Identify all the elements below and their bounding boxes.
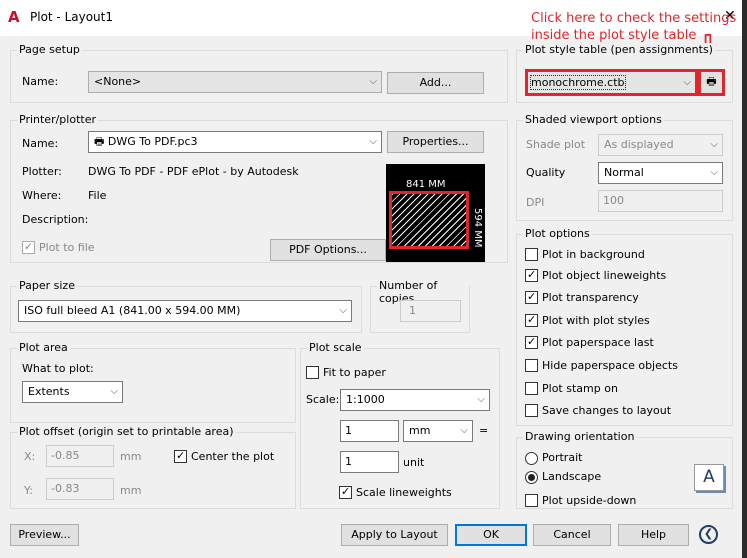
value: Normal <box>604 166 644 179</box>
value: <None> <box>94 75 142 88</box>
offset-x-field[interactable]: -0.85 <box>46 445 114 467</box>
label: Shade plot <box>526 138 586 151</box>
preview-height-label: 594 MM <box>472 208 483 248</box>
window-title: Plot - Layout1 <box>30 10 114 24</box>
unit-label: unit <box>403 456 425 469</box>
value: DWG To PDF.pc3 <box>107 135 198 148</box>
chevron-down-icon: ⌵ <box>339 305 347 316</box>
dpi-field[interactable]: 100 <box>598 190 723 212</box>
offset-y-field[interactable]: -0.83 <box>46 478 114 500</box>
value: ISO full bleed A1 (841.00 x 594.00 MM) <box>24 304 241 317</box>
label: Plotter: <box>22 165 62 178</box>
add-button[interactable]: Add... <box>387 72 484 94</box>
hide-paperspace-objects-checkbox[interactable]: Hide paperspace objects <box>525 359 678 373</box>
group-label: Shaded viewport options <box>523 113 664 126</box>
save-changes-checkbox[interactable]: Save changes to layout <box>525 404 671 418</box>
printer-name-combo[interactable]: 🖶 DWG To PDF.pc3 ⌵ <box>88 131 382 153</box>
chevron-down-icon: ⌵ <box>477 394 485 405</box>
paper-preview: 841 MM 594 MM <box>386 164 485 262</box>
autocad-logo-icon: A <box>8 8 20 26</box>
annotation-line1: Click here to check the settings <box>531 11 737 26</box>
scale-value1-field[interactable]: 1 <box>340 420 399 442</box>
copies-spinner[interactable]: 1 <box>400 300 461 322</box>
preview-button[interactable]: Preview... <box>10 524 79 546</box>
scale-combo[interactable]: 1:1000 ⌵ <box>340 389 490 411</box>
group-label: Plot scale <box>307 341 364 354</box>
label: DPI <box>526 196 545 209</box>
plot-transparency-checkbox[interactable]: Plot transparency <box>525 290 639 305</box>
plot-stamp-checkbox[interactable]: Plot stamp on <box>525 382 618 396</box>
properties-button[interactable]: Properties... <box>387 131 484 153</box>
fit-to-paper-checkbox[interactable]: Fit to paper <box>306 366 386 380</box>
value: mm <box>409 424 431 437</box>
label: Y: <box>24 484 33 497</box>
label: Scale: <box>306 393 340 406</box>
cancel-button[interactable]: Cancel <box>533 524 611 546</box>
value: monochrome.ctb <box>530 75 626 90</box>
label: X: <box>24 450 36 463</box>
label: Quality <box>526 166 566 179</box>
group-label: Printer/plotter <box>17 113 98 126</box>
chevron-down-icon: ⌵ <box>110 386 118 397</box>
scale-unit-combo[interactable]: mm ⌵ <box>403 420 473 442</box>
collapse-options-icon[interactable]: ❮ <box>699 525 718 544</box>
group-label: Page setup <box>17 43 82 56</box>
preview-width-label: 841 MM <box>406 179 446 190</box>
center-plot-checkbox[interactable]: Center the plot <box>174 449 274 464</box>
value: 1:1000 <box>346 393 385 406</box>
shade-plot-combo[interactable]: As displayed ⌵ <box>598 134 723 156</box>
chevron-down-icon: ⌵ <box>683 77 691 88</box>
value: Extents <box>28 385 70 398</box>
ok-button[interactable]: OK <box>455 524 527 546</box>
portrait-radio[interactable]: Portrait <box>525 451 582 465</box>
unit-label: mm <box>120 450 142 463</box>
chevron-down-icon: ⌵ <box>460 425 468 436</box>
scale-lineweights-checkbox[interactable]: Scale lineweights <box>339 485 452 500</box>
group-label: Plot options <box>523 227 592 240</box>
scale-value2-field[interactable]: 1 <box>340 451 399 473</box>
quality-combo[interactable]: Normal ⌵ <box>598 162 723 184</box>
chevron-down-icon: ⌵ <box>369 76 377 87</box>
chevron-down-icon: ⌵ <box>710 139 718 150</box>
help-button[interactable]: Help <box>618 524 689 546</box>
group-label: Plot style table (pen assignments) <box>523 43 715 56</box>
plot-in-background-checkbox[interactable]: Plot in background <box>525 248 645 262</box>
chevron-down-icon: ⌵ <box>710 167 718 178</box>
group-label: Plot offset (origin set to printable are… <box>17 425 236 438</box>
label: Name: <box>22 137 59 150</box>
landscape-radio[interactable]: Landscape <box>525 470 601 484</box>
window-border <box>742 0 747 558</box>
page-setup-name-combo[interactable]: <None> ⌵ <box>88 71 382 93</box>
plot-options-group: Plot options <box>516 227 733 426</box>
label: Where: <box>22 189 62 202</box>
preview-sheet <box>389 191 469 249</box>
where-value: File <box>88 189 107 202</box>
equals-label: = <box>479 424 489 437</box>
unit-label: mm <box>120 484 142 497</box>
orientation-preview-icon: A <box>694 464 724 491</box>
value: As displayed <box>604 138 674 151</box>
apply-to-layout-button[interactable]: Apply to Layout <box>341 524 448 546</box>
what-to-plot-combo[interactable]: Extents ⌵ <box>22 381 123 403</box>
group-label: Drawing orientation <box>523 430 637 443</box>
label: Name: <box>22 75 59 88</box>
pdf-options-button[interactable]: PDF Options... <box>270 239 386 261</box>
group-label: Plot area <box>17 341 70 354</box>
printer-icon: 🖶 <box>94 135 108 148</box>
plot-paperspace-last-checkbox[interactable]: Plot paperspace last <box>525 335 654 350</box>
paper-size-combo[interactable]: ISO full bleed A1 (841.00 x 594.00 MM) ⌵ <box>18 300 352 322</box>
plotter-value: DWG To PDF - PDF ePlot - by Autodesk <box>88 165 299 178</box>
group-label: Paper size <box>17 279 77 292</box>
edit-plot-style-icon: 🖶 <box>706 75 717 88</box>
plot-with-plot-styles-checkbox[interactable]: Plot with plot styles <box>525 313 650 328</box>
plot-to-file-checkbox[interactable]: Plot to file <box>22 240 95 255</box>
label: Description: <box>22 213 89 226</box>
label: What to plot: <box>22 362 94 375</box>
upside-down-checkbox[interactable]: Plot upside-down <box>525 494 636 508</box>
plot-object-lineweights-checkbox[interactable]: Plot object lineweights <box>525 268 666 283</box>
annotation-line2: inside the plot style table <box>531 28 697 43</box>
edit-plot-style-button[interactable]: 🖶 <box>698 69 725 96</box>
chevron-down-icon: ⌵ <box>369 136 377 147</box>
plot-style-combo[interactable]: monochrome.ctb ⌵ <box>525 69 698 96</box>
